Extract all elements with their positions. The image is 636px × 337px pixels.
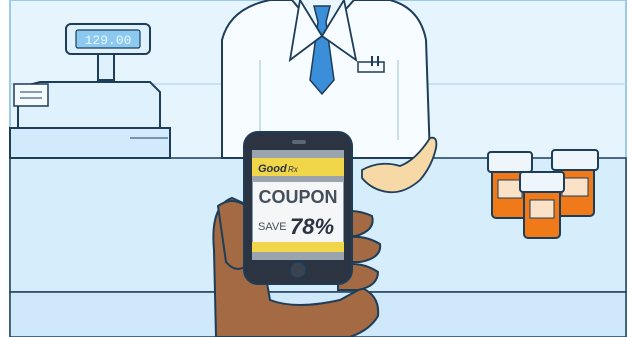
discount-value: 78% [290,214,334,239]
coupon-title: COUPON [258,187,337,207]
phone-brand-suffix: Rx [288,165,299,174]
register-display: 129.00 [85,33,132,48]
illustration-canvas: 129.00 Good Rx COUPON SAVE 78% [9,0,627,337]
phone-brand: Good [258,163,287,175]
pharmacy-illustration: 129.00 Good Rx COUPON SAVE 78% [0,0,636,337]
smartphone-icon [243,131,353,285]
save-label: SAVE [258,221,287,233]
